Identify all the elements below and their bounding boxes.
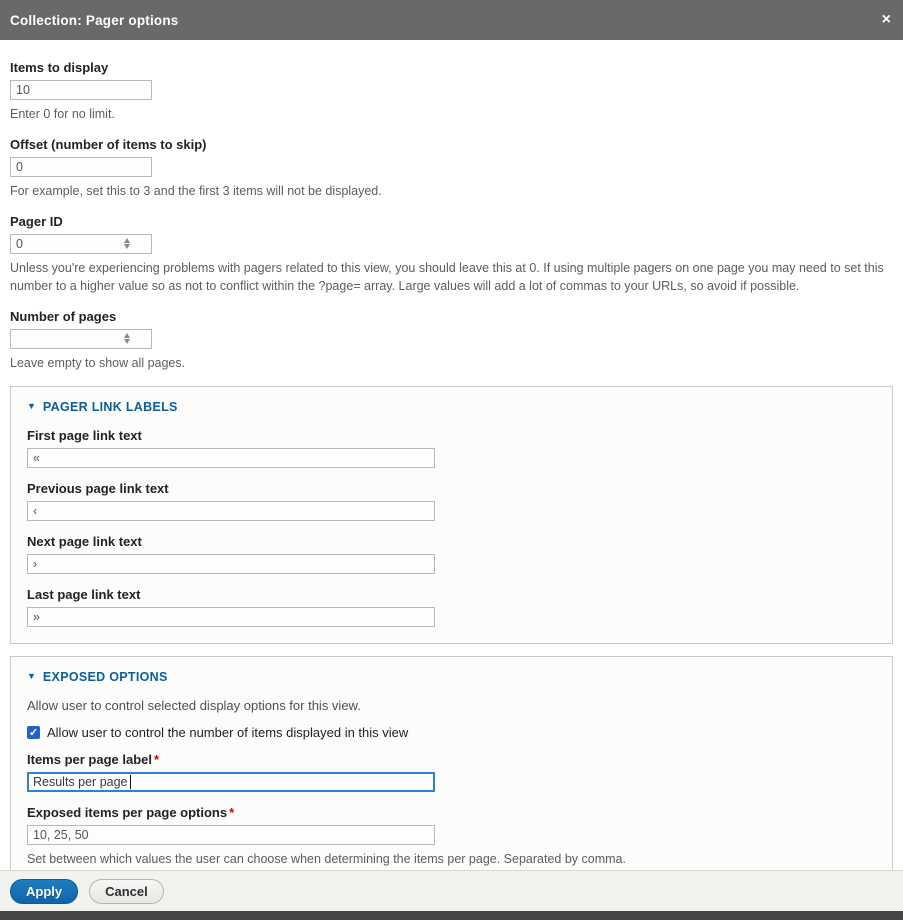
items-to-display-label: Items to display: [10, 60, 893, 75]
label-text: Exposed items per page options: [27, 805, 227, 820]
close-icon[interactable]: ×: [882, 12, 891, 28]
number-spinner-icon[interactable]: [123, 238, 131, 249]
chevron-down-icon: ▼: [27, 672, 36, 681]
previous-page-link-input[interactable]: [27, 501, 435, 521]
required-asterisk: *: [229, 805, 234, 820]
pager-id-field: Pager ID Unless you're experiencing prob…: [10, 214, 893, 297]
number-of-pages-field: Number of pages Leave empty to show all …: [10, 309, 893, 373]
number-of-pages-help: Leave empty to show all pages.: [10, 354, 890, 373]
last-page-link-label: Last page link text: [27, 587, 876, 602]
items-to-display-help: Enter 0 for no limit.: [10, 105, 890, 124]
dialog-title: Collection: Pager options: [10, 13, 179, 28]
text-cursor: [130, 775, 131, 789]
next-page-link-label: Next page link text: [27, 534, 876, 549]
last-page-link-input[interactable]: [27, 607, 435, 627]
items-per-page-options-field: Exposed items per page options* Set betw…: [27, 805, 876, 869]
items-per-page-label-label: Items per page label*: [27, 752, 876, 767]
items-per-page-options-label: Exposed items per page options*: [27, 805, 876, 820]
first-page-link-label: First page link text: [27, 428, 876, 443]
next-page-link-input[interactable]: [27, 554, 435, 574]
page-background-strip: [0, 911, 903, 920]
items-to-display-field: Items to display Enter 0 for no limit.: [10, 60, 893, 124]
pager-link-labels-fieldset: ▼ PAGER LINK LABELS First page link text…: [10, 386, 893, 644]
exposed-options-legend[interactable]: ▼ EXPOSED OPTIONS: [27, 670, 876, 684]
previous-page-link-field: Previous page link text: [27, 481, 876, 521]
offset-input[interactable]: [10, 157, 152, 177]
legend-label: PAGER LINK LABELS: [43, 400, 178, 414]
dialog-body: Items to display Enter 0 for no limit. O…: [0, 40, 903, 870]
pager-id-label: Pager ID: [10, 214, 893, 229]
exposed-options-description: Allow user to control selected display o…: [27, 698, 876, 713]
control-items-checkbox-row[interactable]: Allow user to control the number of item…: [27, 725, 876, 740]
chevron-down-icon: ▼: [27, 402, 36, 411]
first-page-link-input[interactable]: [27, 448, 435, 468]
number-of-pages-label: Number of pages: [10, 309, 893, 324]
next-page-link-field: Next page link text: [27, 534, 876, 574]
control-items-checkbox[interactable]: [27, 726, 40, 739]
offset-label: Offset (number of items to skip): [10, 137, 893, 152]
required-asterisk: *: [154, 752, 159, 767]
pager-id-help: Unless you're experiencing problems with…: [10, 259, 890, 297]
previous-page-link-label: Previous page link text: [27, 481, 876, 496]
pager-link-labels-legend[interactable]: ▼ PAGER LINK LABELS: [27, 400, 876, 414]
label-text: Items per page label: [27, 752, 152, 767]
offset-help: For example, set this to 3 and the first…: [10, 182, 890, 201]
number-spinner-icon[interactable]: [123, 333, 131, 344]
pager-options-dialog: Collection: Pager options × Items to dis…: [0, 0, 903, 920]
legend-label: EXPOSED OPTIONS: [43, 670, 168, 684]
items-per-page-options-input[interactable]: [27, 825, 435, 845]
exposed-options-fieldset: ▼ EXPOSED OPTIONS Allow user to control …: [10, 656, 893, 870]
control-items-checkbox-label: Allow user to control the number of item…: [47, 725, 408, 740]
apply-button[interactable]: Apply: [10, 879, 78, 904]
first-page-link-field: First page link text: [27, 428, 876, 468]
items-per-page-options-help: Set between which values the user can ch…: [27, 850, 876, 869]
last-page-link-field: Last page link text: [27, 587, 876, 627]
dialog-header: Collection: Pager options ×: [0, 0, 903, 40]
dialog-footer: Apply Cancel: [0, 870, 903, 911]
cancel-button[interactable]: Cancel: [89, 879, 164, 904]
items-per-page-label-input[interactable]: [27, 772, 435, 792]
items-per-page-label-field: Items per page label*: [27, 752, 876, 792]
offset-field: Offset (number of items to skip) For exa…: [10, 137, 893, 201]
items-to-display-input[interactable]: [10, 80, 152, 100]
